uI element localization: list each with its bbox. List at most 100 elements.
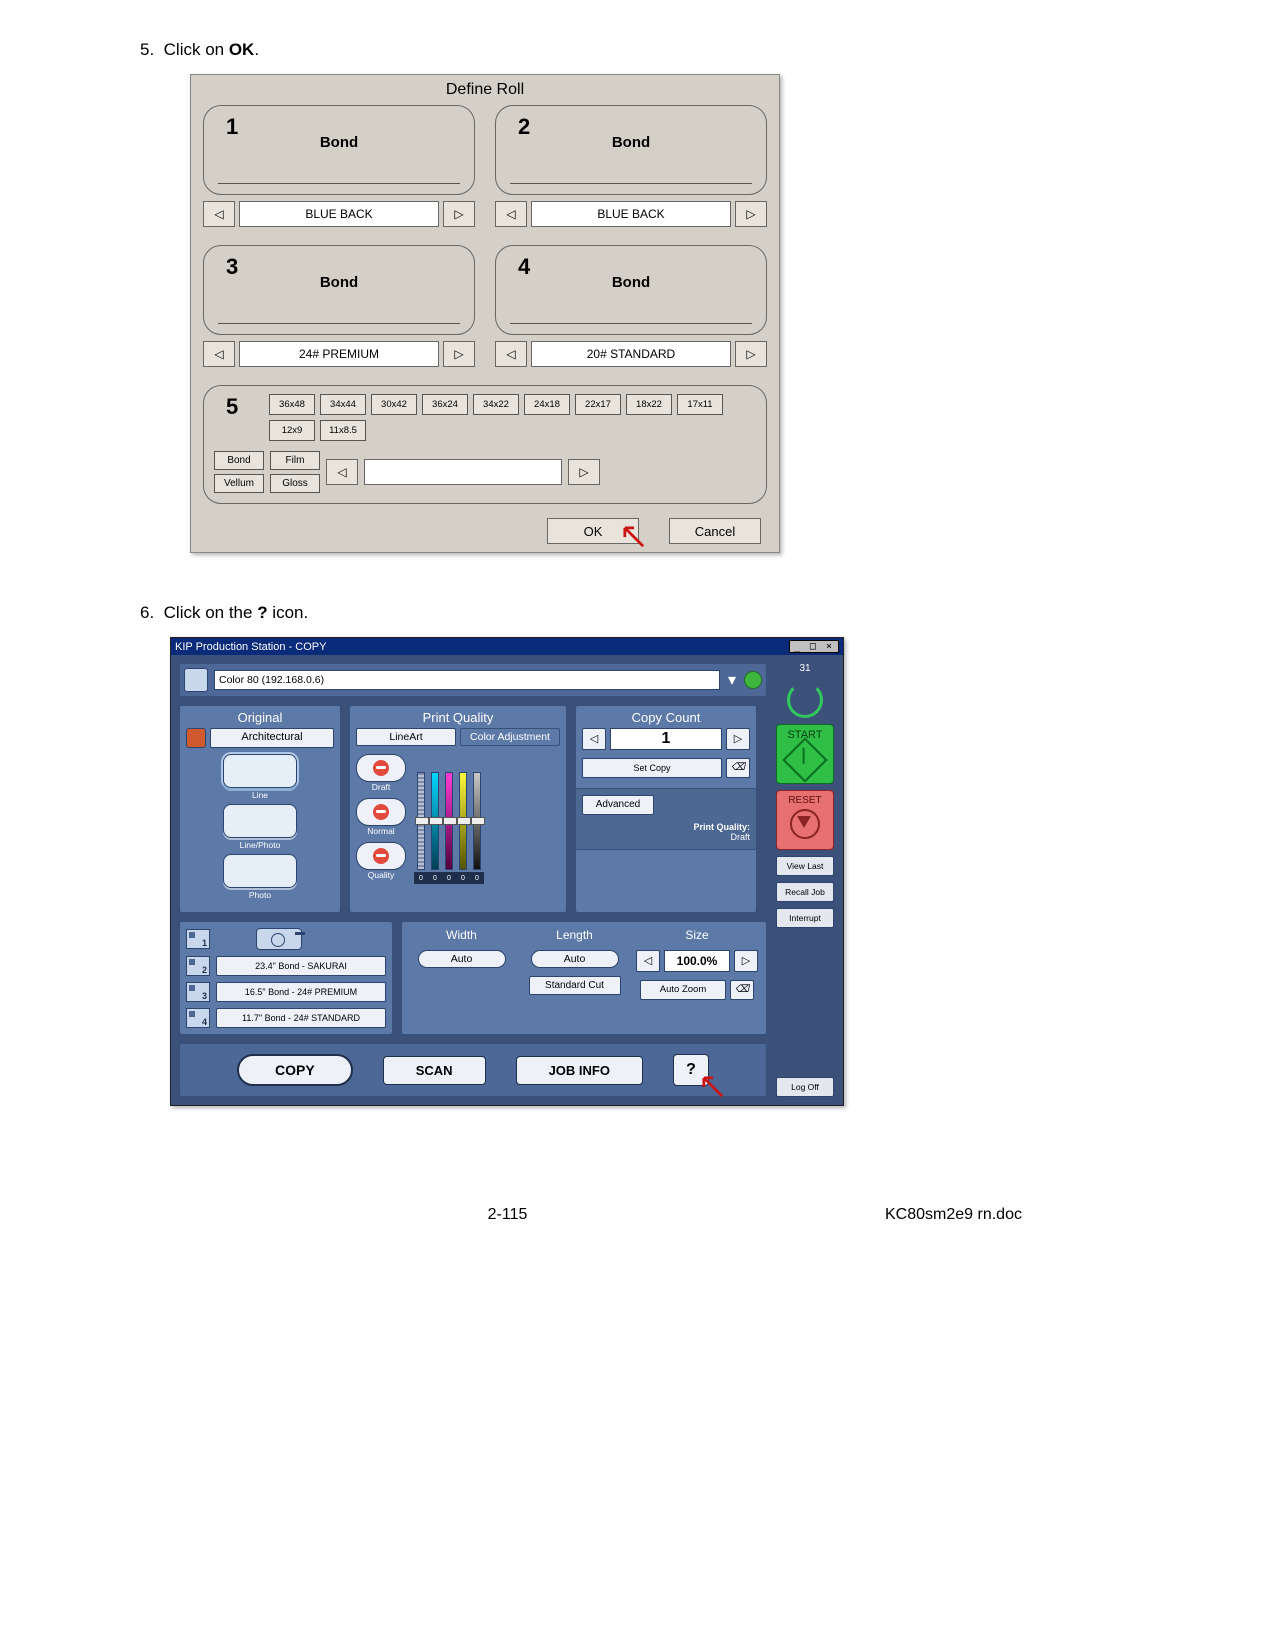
roll-4-label[interactable]: 11.7" Bond - 24# STANDARD (216, 1008, 386, 1028)
color-sliders: 0 0 0 0 0 (416, 752, 560, 884)
viewlast-button[interactable]: View Last (776, 856, 834, 876)
size-option[interactable]: 34x44 (320, 394, 366, 415)
copy-count-panel: Copy Count ◁ 1 ▷ Set Copy ⌫ Advanced (575, 705, 757, 913)
roll-slot-1[interactable]: 1 Bond (203, 105, 475, 195)
start-button[interactable]: START (776, 724, 834, 784)
spinner-icon (787, 682, 823, 718)
size-option[interactable]: 24x18 (524, 394, 570, 415)
printer-icon[interactable] (184, 668, 208, 692)
roll-icon[interactable]: 2 (186, 956, 210, 976)
roll-icon[interactable]: 1 (186, 929, 210, 949)
prev-arrow[interactable]: ◁ (495, 201, 527, 227)
original-panel: Original Architectural Line Line/Photo P… (179, 705, 341, 913)
count-value: 1 (610, 728, 722, 750)
tab-color-adjustment[interactable]: Color Adjustment (460, 728, 560, 746)
roll-slot-2[interactable]: 2 Bond (495, 105, 767, 195)
kip-app-window: KIP Production Station - COPY _ □ × Colo… (170, 637, 844, 1106)
size-option[interactable]: 30x42 (371, 394, 417, 415)
camera-icon[interactable] (256, 928, 302, 950)
slot5-selection (364, 459, 562, 485)
original-type[interactable]: Architectural (210, 728, 334, 748)
interrupt-button[interactable]: Interrupt (776, 908, 834, 928)
size-option[interactable]: 11x8.5 (320, 420, 366, 441)
quality-draft[interactable] (356, 754, 406, 782)
prev-arrow[interactable]: ◁ (203, 201, 235, 227)
auto-zoom-button[interactable]: Auto Zoom (640, 980, 726, 1000)
standard-cut-button[interactable]: Standard Cut (529, 976, 621, 995)
prev-arrow[interactable]: ◁ (326, 459, 358, 485)
titlebar: KIP Production Station - COPY _ □ × (171, 638, 843, 655)
cancel-button[interactable]: Cancel (669, 518, 761, 544)
slider-black[interactable]: 0 (472, 772, 482, 884)
count-inc[interactable]: ▷ (726, 728, 750, 750)
next-arrow[interactable]: ▷ (443, 201, 475, 227)
roll-icon[interactable]: 4 (186, 1008, 210, 1028)
counter-badge: 31 (799, 663, 810, 674)
bottom-bar: COPY SCAN JOB INFO ? (179, 1043, 767, 1097)
size-option[interactable]: 18x22 (626, 394, 672, 415)
thumb-photo[interactable] (223, 854, 297, 888)
thumb-line[interactable] (223, 754, 297, 788)
ok-button[interactable]: OK (547, 518, 639, 544)
slider[interactable]: 0 (416, 772, 426, 884)
copy-button[interactable]: COPY (237, 1054, 353, 1086)
size-option[interactable]: 12x9 (269, 420, 315, 441)
recalljob-button[interactable]: Recall Job (776, 882, 834, 902)
tab-lineart[interactable]: LineArt (356, 728, 456, 746)
quality-quality[interactable] (356, 842, 406, 870)
erase-icon[interactable]: ⌫ (730, 980, 754, 1000)
size-option[interactable]: 17x11 (677, 394, 723, 415)
size-option[interactable]: 34x22 (473, 394, 519, 415)
define-roll-dialog: Define Roll 1 Bond ◁ BLUE BACK ▷ (190, 74, 780, 553)
slider-yellow[interactable]: 0 (458, 772, 468, 884)
roll-slot-4[interactable]: 4 Bond (495, 245, 767, 335)
help-button[interactable]: ? (673, 1054, 709, 1086)
roll-icon[interactable]: 3 (186, 982, 210, 1002)
length-auto[interactable]: Auto (531, 950, 619, 968)
next-arrow[interactable]: ▷ (735, 201, 767, 227)
material-option[interactable]: Bond (214, 451, 264, 470)
size-option[interactable]: 36x48 (269, 394, 315, 415)
step-6: 6. Click on the ? icon. (140, 603, 1165, 623)
prev-arrow[interactable]: ◁ (495, 341, 527, 367)
size-value: 100.0% (664, 950, 730, 972)
quality-normal[interactable] (356, 798, 406, 826)
jobinfo-button[interactable]: JOB INFO (516, 1056, 643, 1085)
dialog-title: Define Roll (191, 75, 779, 99)
roll-3-label[interactable]: 16.5" Bond - 24# PREMIUM (216, 982, 386, 1002)
next-arrow[interactable]: ▷ (568, 459, 600, 485)
thumb-linephoto[interactable] (223, 804, 297, 838)
size-option[interactable]: 36x24 (422, 394, 468, 415)
size-inc[interactable]: ▷ (734, 950, 758, 972)
slider-cyan[interactable]: 0 (430, 772, 440, 884)
roll-slot-3[interactable]: 3 Bond (203, 245, 475, 335)
roll-slot-5: 5 36x48 34x44 30x42 36x24 34x22 24x18 22… (203, 385, 767, 504)
roll-4-selection: 20# STANDARD (531, 341, 731, 367)
status-dot-icon (744, 671, 762, 689)
rolls-panel: 1 2 23.4" Bond - SAKURAI 3 16.5" Bond - … (179, 921, 393, 1035)
size-dec[interactable]: ◁ (636, 950, 660, 972)
next-arrow[interactable]: ▷ (443, 341, 475, 367)
next-arrow[interactable]: ▷ (735, 341, 767, 367)
advanced-button[interactable]: Advanced (582, 795, 654, 815)
color-icon[interactable] (186, 728, 206, 748)
logoff-button[interactable]: Log Off (776, 1077, 834, 1097)
set-copy-button[interactable]: Set Copy (582, 758, 722, 778)
erase-icon[interactable]: ⌫ (726, 758, 750, 778)
roll-2-selection: BLUE BACK (531, 201, 731, 227)
printer-address-input[interactable]: Color 80 (192.168.0.6) (214, 670, 720, 690)
prev-arrow[interactable]: ◁ (203, 341, 235, 367)
count-dec[interactable]: ◁ (582, 728, 606, 750)
print-quality-panel: Print Quality LineArt Color Adjustment D… (349, 705, 567, 913)
roll-2-label[interactable]: 23.4" Bond - SAKURAI (216, 956, 386, 976)
size-option[interactable]: 22x17 (575, 394, 621, 415)
reset-button[interactable]: RESET (776, 790, 834, 850)
material-option[interactable]: Film (270, 451, 320, 470)
material-option[interactable]: Vellum (214, 474, 264, 493)
width-auto[interactable]: Auto (418, 950, 506, 968)
side-panel: 31 START RESET View Last Recall Job Inte… (775, 663, 835, 1097)
slider-magenta[interactable]: 0 (444, 772, 454, 884)
window-controls-icon[interactable]: _ □ × (789, 640, 839, 653)
material-option[interactable]: Gloss (270, 474, 320, 493)
scan-button[interactable]: SCAN (383, 1056, 486, 1085)
